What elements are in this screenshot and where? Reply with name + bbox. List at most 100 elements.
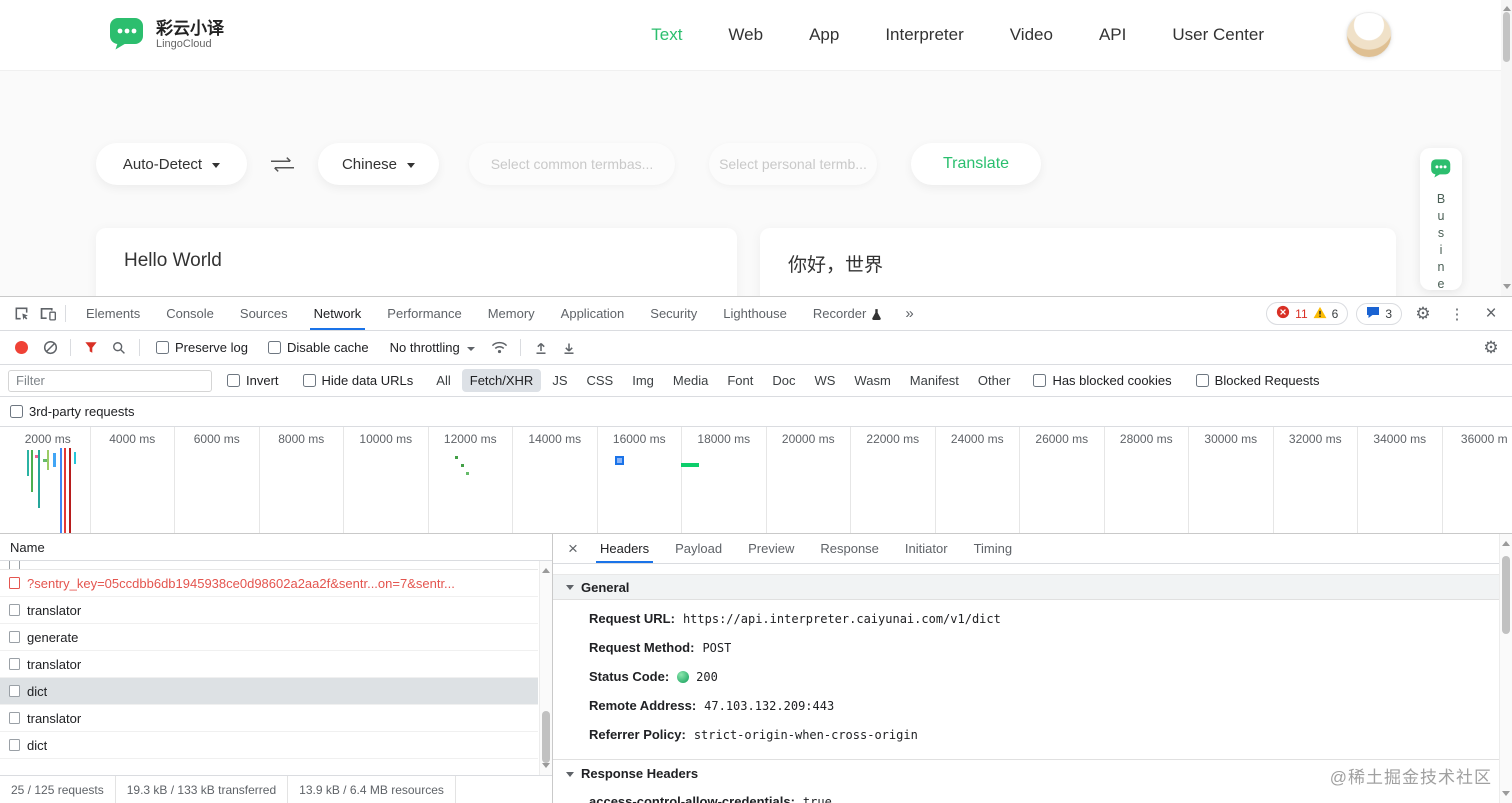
filter-input[interactable] bbox=[8, 369, 212, 392]
has-blocked-cookies-checkbox[interactable]: Has blocked cookies bbox=[1033, 373, 1172, 388]
avatar[interactable] bbox=[1346, 12, 1392, 58]
scroll-up-arrow-icon[interactable] bbox=[1502, 2, 1511, 11]
source-text-area[interactable]: Hello World bbox=[96, 228, 737, 296]
devtools-tab[interactable]: Application bbox=[548, 297, 638, 330]
invert-checkbox[interactable]: Invert bbox=[227, 373, 279, 388]
scrollbar-thumb[interactable] bbox=[1502, 556, 1510, 634]
nav-item[interactable]: Text bbox=[651, 25, 682, 45]
common-termbase-select[interactable]: Select common termbas... bbox=[469, 143, 675, 185]
network-request-row[interactable]: dict bbox=[0, 678, 538, 705]
details-close-icon[interactable]: × bbox=[559, 539, 587, 559]
checkbox-icon[interactable] bbox=[156, 341, 169, 354]
checkbox-icon[interactable] bbox=[227, 374, 240, 387]
nav-item[interactable]: API bbox=[1099, 25, 1126, 45]
general-section-header[interactable]: General bbox=[553, 574, 1499, 600]
preserve-log-checkbox[interactable]: Preserve log bbox=[156, 340, 248, 355]
devtools-tab[interactable]: Elements bbox=[73, 297, 153, 330]
requests-name-header[interactable]: Name bbox=[0, 534, 552, 561]
swap-languages-icon[interactable] bbox=[269, 156, 296, 173]
throttling-select[interactable]: No throttling bbox=[390, 340, 475, 355]
devtools-tab[interactable]: Security bbox=[637, 297, 710, 330]
resource-filter-pill[interactable]: Doc bbox=[764, 369, 803, 392]
details-tab[interactable]: Initiator bbox=[892, 534, 961, 563]
personal-termbase-select[interactable]: Select personal termb... bbox=[709, 143, 877, 185]
devtools-close-icon[interactable]: × bbox=[1478, 301, 1504, 327]
response-headers-section-header[interactable]: Response Headers bbox=[553, 759, 1499, 787]
devtools-tab[interactable]: Performance bbox=[374, 297, 474, 330]
checkbox-icon[interactable] bbox=[1033, 374, 1047, 387]
resource-filter-pill[interactable]: All bbox=[428, 369, 458, 392]
devtools-tab[interactable]: Sources bbox=[227, 297, 301, 330]
devtools-menu-kebab-icon[interactable]: ⋮ bbox=[1444, 301, 1470, 327]
devtools-settings-gear-icon[interactable]: ⚙ bbox=[1410, 301, 1436, 327]
inspect-element-icon[interactable] bbox=[8, 301, 34, 327]
scrollbar-thumb[interactable] bbox=[1503, 12, 1510, 62]
disable-cache-checkbox[interactable]: Disable cache bbox=[267, 340, 369, 355]
third-party-requests-checkbox[interactable]: 3rd-party requests bbox=[10, 404, 135, 419]
details-tab[interactable]: Preview bbox=[735, 534, 807, 563]
nav-item[interactable]: User Center bbox=[1172, 25, 1264, 45]
filter-funnel-icon[interactable] bbox=[78, 335, 104, 361]
issues-badge[interactable]: 3 bbox=[1356, 302, 1402, 325]
scroll-up-arrow-icon[interactable] bbox=[1501, 537, 1510, 546]
resource-filter-pill[interactable]: Fetch/XHR bbox=[461, 369, 542, 392]
scrollbar-thumb[interactable] bbox=[542, 711, 550, 763]
devtools-tab[interactable]: Lighthouse bbox=[710, 297, 800, 330]
resource-filter-pill[interactable]: Img bbox=[624, 369, 662, 392]
nav-item[interactable]: Interpreter bbox=[885, 25, 963, 45]
resource-filter-pill[interactable]: Wasm bbox=[846, 369, 898, 392]
scroll-down-arrow-icon[interactable] bbox=[1502, 284, 1511, 293]
device-toolbar-icon[interactable] bbox=[34, 301, 60, 327]
checkbox-icon[interactable] bbox=[267, 341, 281, 354]
nav-item[interactable]: Video bbox=[1010, 25, 1053, 45]
scroll-down-arrow-icon[interactable] bbox=[1501, 791, 1510, 800]
export-har-icon[interactable] bbox=[556, 335, 582, 361]
details-scrollbar[interactable] bbox=[1499, 534, 1512, 803]
resource-filter-pill[interactable]: Manifest bbox=[902, 369, 967, 392]
checkbox-icon[interactable] bbox=[1195, 374, 1209, 387]
errors-warnings-badge[interactable]: 11 6 bbox=[1266, 302, 1349, 325]
clear-network-log-icon[interactable] bbox=[37, 335, 63, 361]
record-network-log-icon[interactable] bbox=[15, 341, 28, 354]
network-request-row[interactable] bbox=[0, 561, 538, 570]
devtools-tab[interactable]: Recorder bbox=[800, 297, 895, 330]
requests-scrollbar[interactable] bbox=[539, 561, 552, 775]
resource-filter-pill[interactable]: CSS bbox=[579, 369, 622, 392]
details-tab[interactable]: Response bbox=[807, 534, 892, 563]
checkbox-icon[interactable] bbox=[10, 405, 23, 418]
search-icon[interactable] bbox=[106, 335, 132, 361]
details-tab[interactable]: Payload bbox=[662, 534, 735, 563]
source-language-select[interactable]: Auto-Detect bbox=[96, 143, 247, 185]
network-timeline-overview[interactable]: 2000 ms 4000 ms 6000 ms 8000 ms 10000 ms bbox=[0, 427, 1512, 534]
devtools-tab[interactable]: Console bbox=[153, 297, 227, 330]
network-request-row[interactable]: generate bbox=[0, 624, 538, 651]
devtools-tab[interactable]: Memory bbox=[475, 297, 548, 330]
checkbox-icon[interactable] bbox=[302, 374, 316, 387]
nav-item[interactable]: App bbox=[809, 25, 839, 45]
target-text-area[interactable]: 你好，世界 bbox=[760, 228, 1396, 296]
network-settings-gear-icon[interactable]: ⚙ bbox=[1478, 335, 1504, 361]
translate-button[interactable]: Translate bbox=[911, 143, 1041, 185]
resource-filter-pill[interactable]: Other bbox=[970, 369, 1019, 392]
resource-filter-pill[interactable]: WS bbox=[806, 369, 843, 392]
nav-item[interactable]: Web bbox=[728, 25, 763, 45]
resource-filter-pill[interactable]: JS bbox=[544, 369, 575, 392]
network-request-row[interactable]: translator bbox=[0, 597, 538, 624]
logo[interactable]: 彩云小译 LingoCloud bbox=[108, 16, 224, 55]
network-request-row[interactable]: ?sentry_key=05ccdbb6db1945938ce0d98602a2… bbox=[0, 570, 538, 597]
resource-filter-pill[interactable]: Media bbox=[665, 369, 716, 392]
more-tabs-icon[interactable]: » bbox=[895, 305, 923, 322]
scroll-down-arrow-icon[interactable] bbox=[541, 763, 550, 772]
hide-data-urls-checkbox[interactable]: Hide data URLs bbox=[302, 373, 413, 388]
network-conditions-icon[interactable] bbox=[487, 335, 513, 361]
scroll-up-arrow-icon[interactable] bbox=[541, 564, 550, 573]
business-tab[interactable]: Business bbox=[1420, 148, 1462, 296]
resource-filter-pill[interactable]: Font bbox=[719, 369, 761, 392]
network-request-row[interactable]: translator bbox=[0, 651, 538, 678]
details-tab[interactable]: Timing bbox=[961, 534, 1026, 563]
target-language-select[interactable]: Chinese bbox=[318, 143, 439, 185]
network-request-row[interactable]: dict bbox=[0, 732, 538, 759]
details-tab[interactable]: Headers bbox=[587, 534, 662, 563]
page-scrollbar[interactable] bbox=[1501, 0, 1512, 296]
import-har-icon[interactable] bbox=[528, 335, 554, 361]
